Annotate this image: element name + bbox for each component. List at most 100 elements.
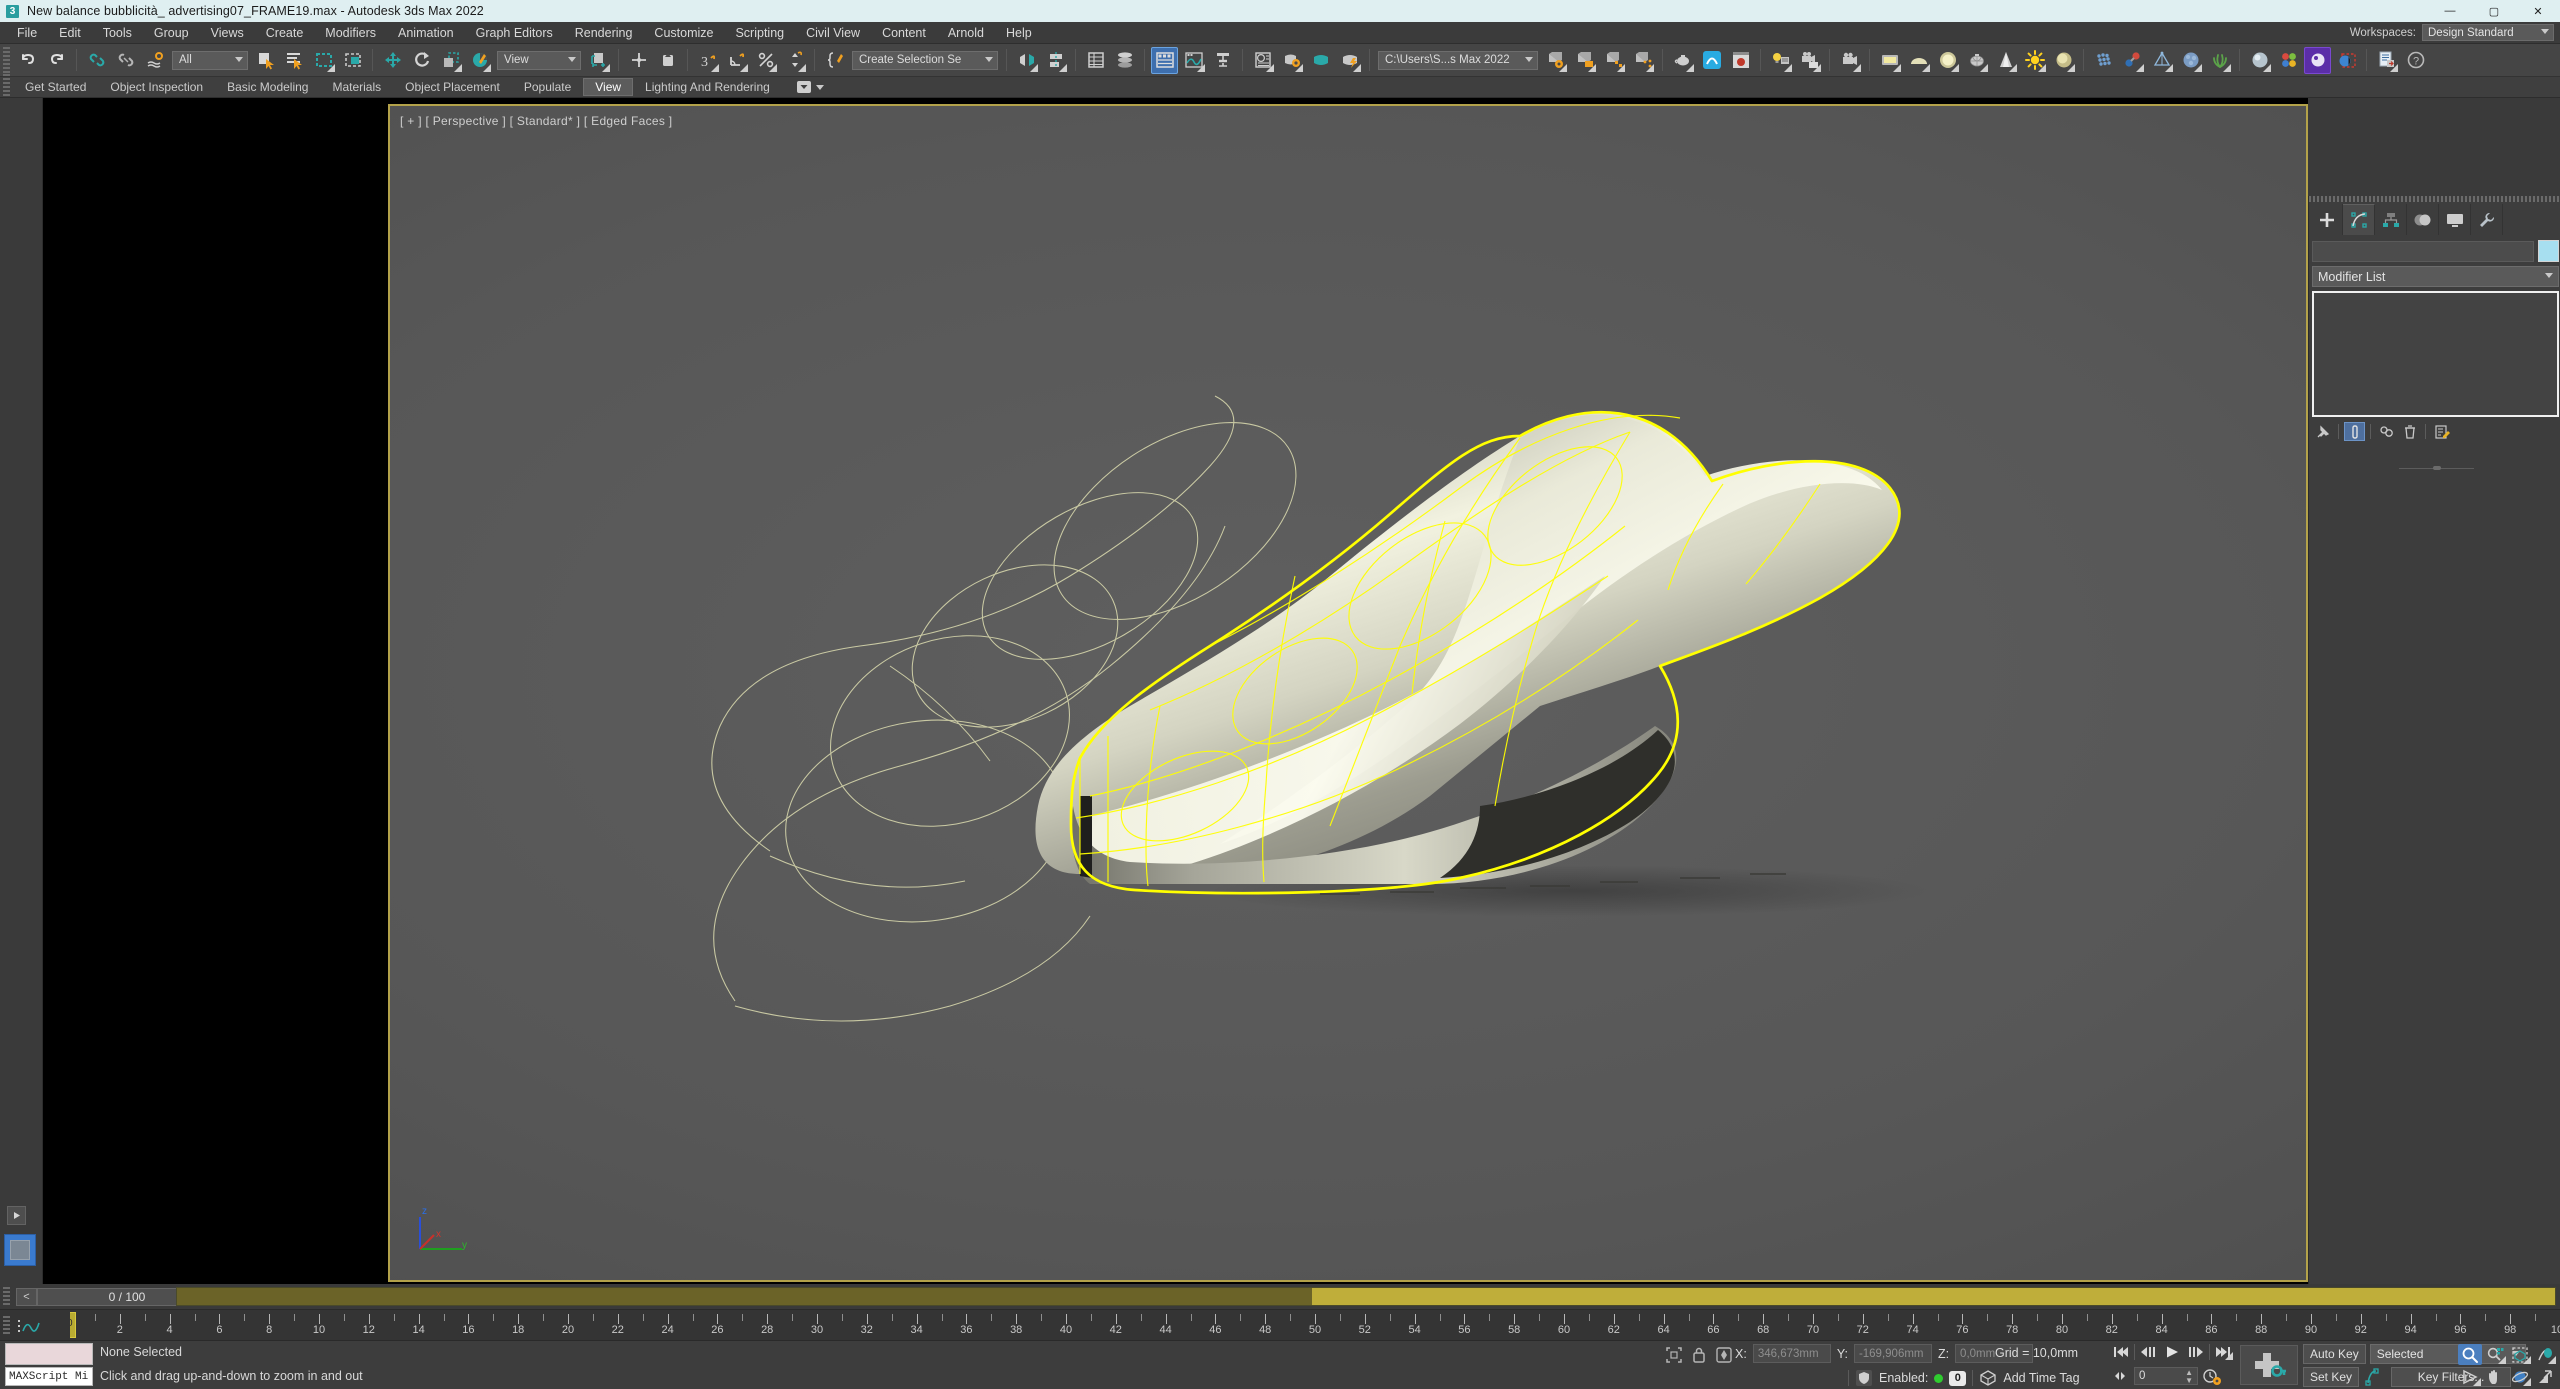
snaps-toggle-icon[interactable] xyxy=(781,47,808,74)
modifier-stack-list[interactable] xyxy=(2312,291,2559,417)
chevron-down-icon[interactable] xyxy=(815,84,824,90)
maxscript-mini-listener-input[interactable]: MAXScript Mi xyxy=(5,1367,93,1386)
teapot-icon[interactable] xyxy=(1669,47,1696,74)
atom-icon[interactable] xyxy=(2119,47,2146,74)
maximize-button[interactable]: ▢ xyxy=(2472,0,2516,22)
rendered-frame-window-icon[interactable] xyxy=(1307,47,1334,74)
panel-resize-handle[interactable] xyxy=(2399,466,2474,470)
key-mode-toggle-icon[interactable] xyxy=(2110,1369,2130,1383)
select-and-move-icon[interactable] xyxy=(379,47,406,74)
menu-modifiers[interactable]: Modifiers xyxy=(314,24,387,42)
set-key-button[interactable]: Set Key xyxy=(2303,1367,2360,1387)
play-animation-icon[interactable] xyxy=(7,1206,26,1225)
open-file-icon[interactable] xyxy=(1571,47,1598,74)
sphere-material-icon[interactable] xyxy=(2246,47,2273,74)
menu-help[interactable]: Help xyxy=(995,24,1043,42)
multi-material-icon[interactable] xyxy=(2275,47,2302,74)
field-of-view-icon[interactable] xyxy=(2458,1366,2482,1387)
enabled-count-badge[interactable]: 0 xyxy=(1949,1370,1967,1386)
select-and-scale-icon[interactable] xyxy=(437,47,464,74)
modify-tab[interactable] xyxy=(2343,204,2375,235)
ribbon-tab-view[interactable]: View xyxy=(583,78,634,96)
menu-scripting[interactable]: Scripting xyxy=(724,24,795,42)
material-editor-icon[interactable] xyxy=(1249,47,1276,74)
zoom-all-icon[interactable] xyxy=(2483,1344,2507,1365)
menu-file[interactable]: File xyxy=(6,24,48,42)
absolute-relative-transform-icon[interactable] xyxy=(1715,1346,1733,1364)
mirror-icon[interactable] xyxy=(654,47,681,74)
perspective-viewport[interactable]: [ + ] [ Perspective ] [ Standard* ] [ Ed… xyxy=(388,104,2308,1282)
particles-icon[interactable] xyxy=(2090,47,2117,74)
modifier-list-dropdown[interactable]: Modifier List xyxy=(2312,266,2559,287)
display-tab[interactable] xyxy=(2439,204,2471,235)
project-folder-dropdown[interactable]: C:\Users\S...s Max 2022 xyxy=(1378,50,1538,70)
next-frame-icon[interactable] xyxy=(2185,1343,2207,1361)
close-button[interactable]: ✕ xyxy=(2516,0,2560,22)
render-in-cloud-icon[interactable] xyxy=(1629,47,1656,74)
window-crossing-icon[interactable] xyxy=(339,47,366,74)
ribbon-tab-lighting-and-rendering[interactable]: Lighting And Rendering xyxy=(633,78,782,96)
arnold-bg-icon[interactable] xyxy=(2333,47,2360,74)
timeline-playhead[interactable]: 0 xyxy=(70,1312,76,1338)
render-setup-icon[interactable] xyxy=(1278,47,1305,74)
configure-modifier-sets-icon[interactable] xyxy=(2431,422,2452,441)
render-production-icon[interactable] xyxy=(1336,47,1363,74)
show-end-result-icon[interactable] xyxy=(2344,422,2365,441)
object-color-swatch[interactable] xyxy=(2538,240,2559,262)
ribbon-tab-basic-modeling[interactable]: Basic Modeling xyxy=(215,78,320,96)
ribbon-tab-get-started[interactable]: Get Started xyxy=(13,78,98,96)
maxscript-mini-listener-output[interactable] xyxy=(5,1343,93,1365)
viewport-label[interactable]: [ + ] [ Perspective ] [ Standard* ] [ Ed… xyxy=(400,114,672,128)
grass-icon[interactable] xyxy=(2206,47,2233,74)
select-and-link-icon[interactable] xyxy=(83,47,110,74)
pan-icon[interactable] xyxy=(2483,1366,2507,1387)
make-unique-icon[interactable] xyxy=(2376,422,2397,441)
go-to-start-icon[interactable] xyxy=(2110,1343,2132,1361)
maximize-viewport-icon[interactable] xyxy=(2533,1366,2557,1387)
ribbon-tab-materials[interactable]: Materials xyxy=(320,78,393,96)
align-objects-icon[interactable] xyxy=(1042,47,1069,74)
unlink-selection-icon[interactable] xyxy=(112,47,139,74)
zoom-icon[interactable] xyxy=(2458,1344,2482,1365)
render-to-texture-icon[interactable] xyxy=(1600,47,1627,74)
menu-rendering[interactable]: Rendering xyxy=(564,24,644,42)
arnold-props-icon[interactable] xyxy=(2304,46,2331,74)
use-pivot-point-center-icon[interactable] xyxy=(585,47,612,74)
ribbon-tab-object-inspection[interactable]: Object Inspection xyxy=(98,78,215,96)
set-keys-button[interactable] xyxy=(2240,1345,2298,1385)
timeline-grip[interactable] xyxy=(3,1316,10,1336)
time-configuration-icon[interactable] xyxy=(2202,1367,2222,1385)
minimize-button[interactable]: — xyxy=(2428,0,2472,22)
mirror-geometry-icon[interactable] xyxy=(1013,47,1040,74)
menu-content[interactable]: Content xyxy=(871,24,937,42)
add-time-tag-label[interactable]: Add Time Tag xyxy=(2003,1371,2079,1385)
ribbon-tab-populate[interactable]: Populate xyxy=(512,78,583,96)
spinner-snap-toggle-icon[interactable] xyxy=(752,47,779,74)
redo-icon[interactable] xyxy=(43,47,70,74)
arnold-viewport-icon[interactable] xyxy=(1727,47,1754,74)
layer-explorer-icon[interactable] xyxy=(1082,47,1109,74)
menu-edit[interactable]: Edit xyxy=(48,24,92,42)
cube-icon[interactable] xyxy=(1979,1369,1997,1387)
spot-light-icon[interactable] xyxy=(1992,47,2019,74)
percent-snap-toggle-icon[interactable]: 3 xyxy=(694,47,721,74)
object-name-field[interactable] xyxy=(2312,241,2534,262)
light-explorer-icon[interactable] xyxy=(1767,47,1794,74)
sphere-light-icon[interactable] xyxy=(2050,47,2077,74)
menu-views[interactable]: Views xyxy=(200,24,255,42)
ribbon-tab-object-placement[interactable]: Object Placement xyxy=(393,78,512,96)
sun-light-icon[interactable] xyxy=(2021,47,2048,74)
pin-stack-icon[interactable] xyxy=(2312,422,2333,441)
zoom-extents-icon[interactable] xyxy=(2508,1344,2532,1365)
disk-light-icon[interactable] xyxy=(1934,47,1961,74)
command-panel-grip[interactable] xyxy=(2309,196,2560,202)
plane-light-icon[interactable] xyxy=(1876,47,1903,74)
zoom-region-icon[interactable] xyxy=(2533,1344,2557,1365)
menu-create[interactable]: Create xyxy=(255,24,315,42)
use-selection-center-icon[interactable] xyxy=(625,47,652,74)
reference-coordinate-system-dropdown[interactable]: View xyxy=(497,50,581,70)
mini-curve-editor-icon[interactable] xyxy=(18,1318,44,1336)
ribbon-grip[interactable] xyxy=(3,73,10,101)
scene-explorer-icon[interactable] xyxy=(1111,47,1138,74)
curve-editor-icon[interactable] xyxy=(1180,47,1207,74)
